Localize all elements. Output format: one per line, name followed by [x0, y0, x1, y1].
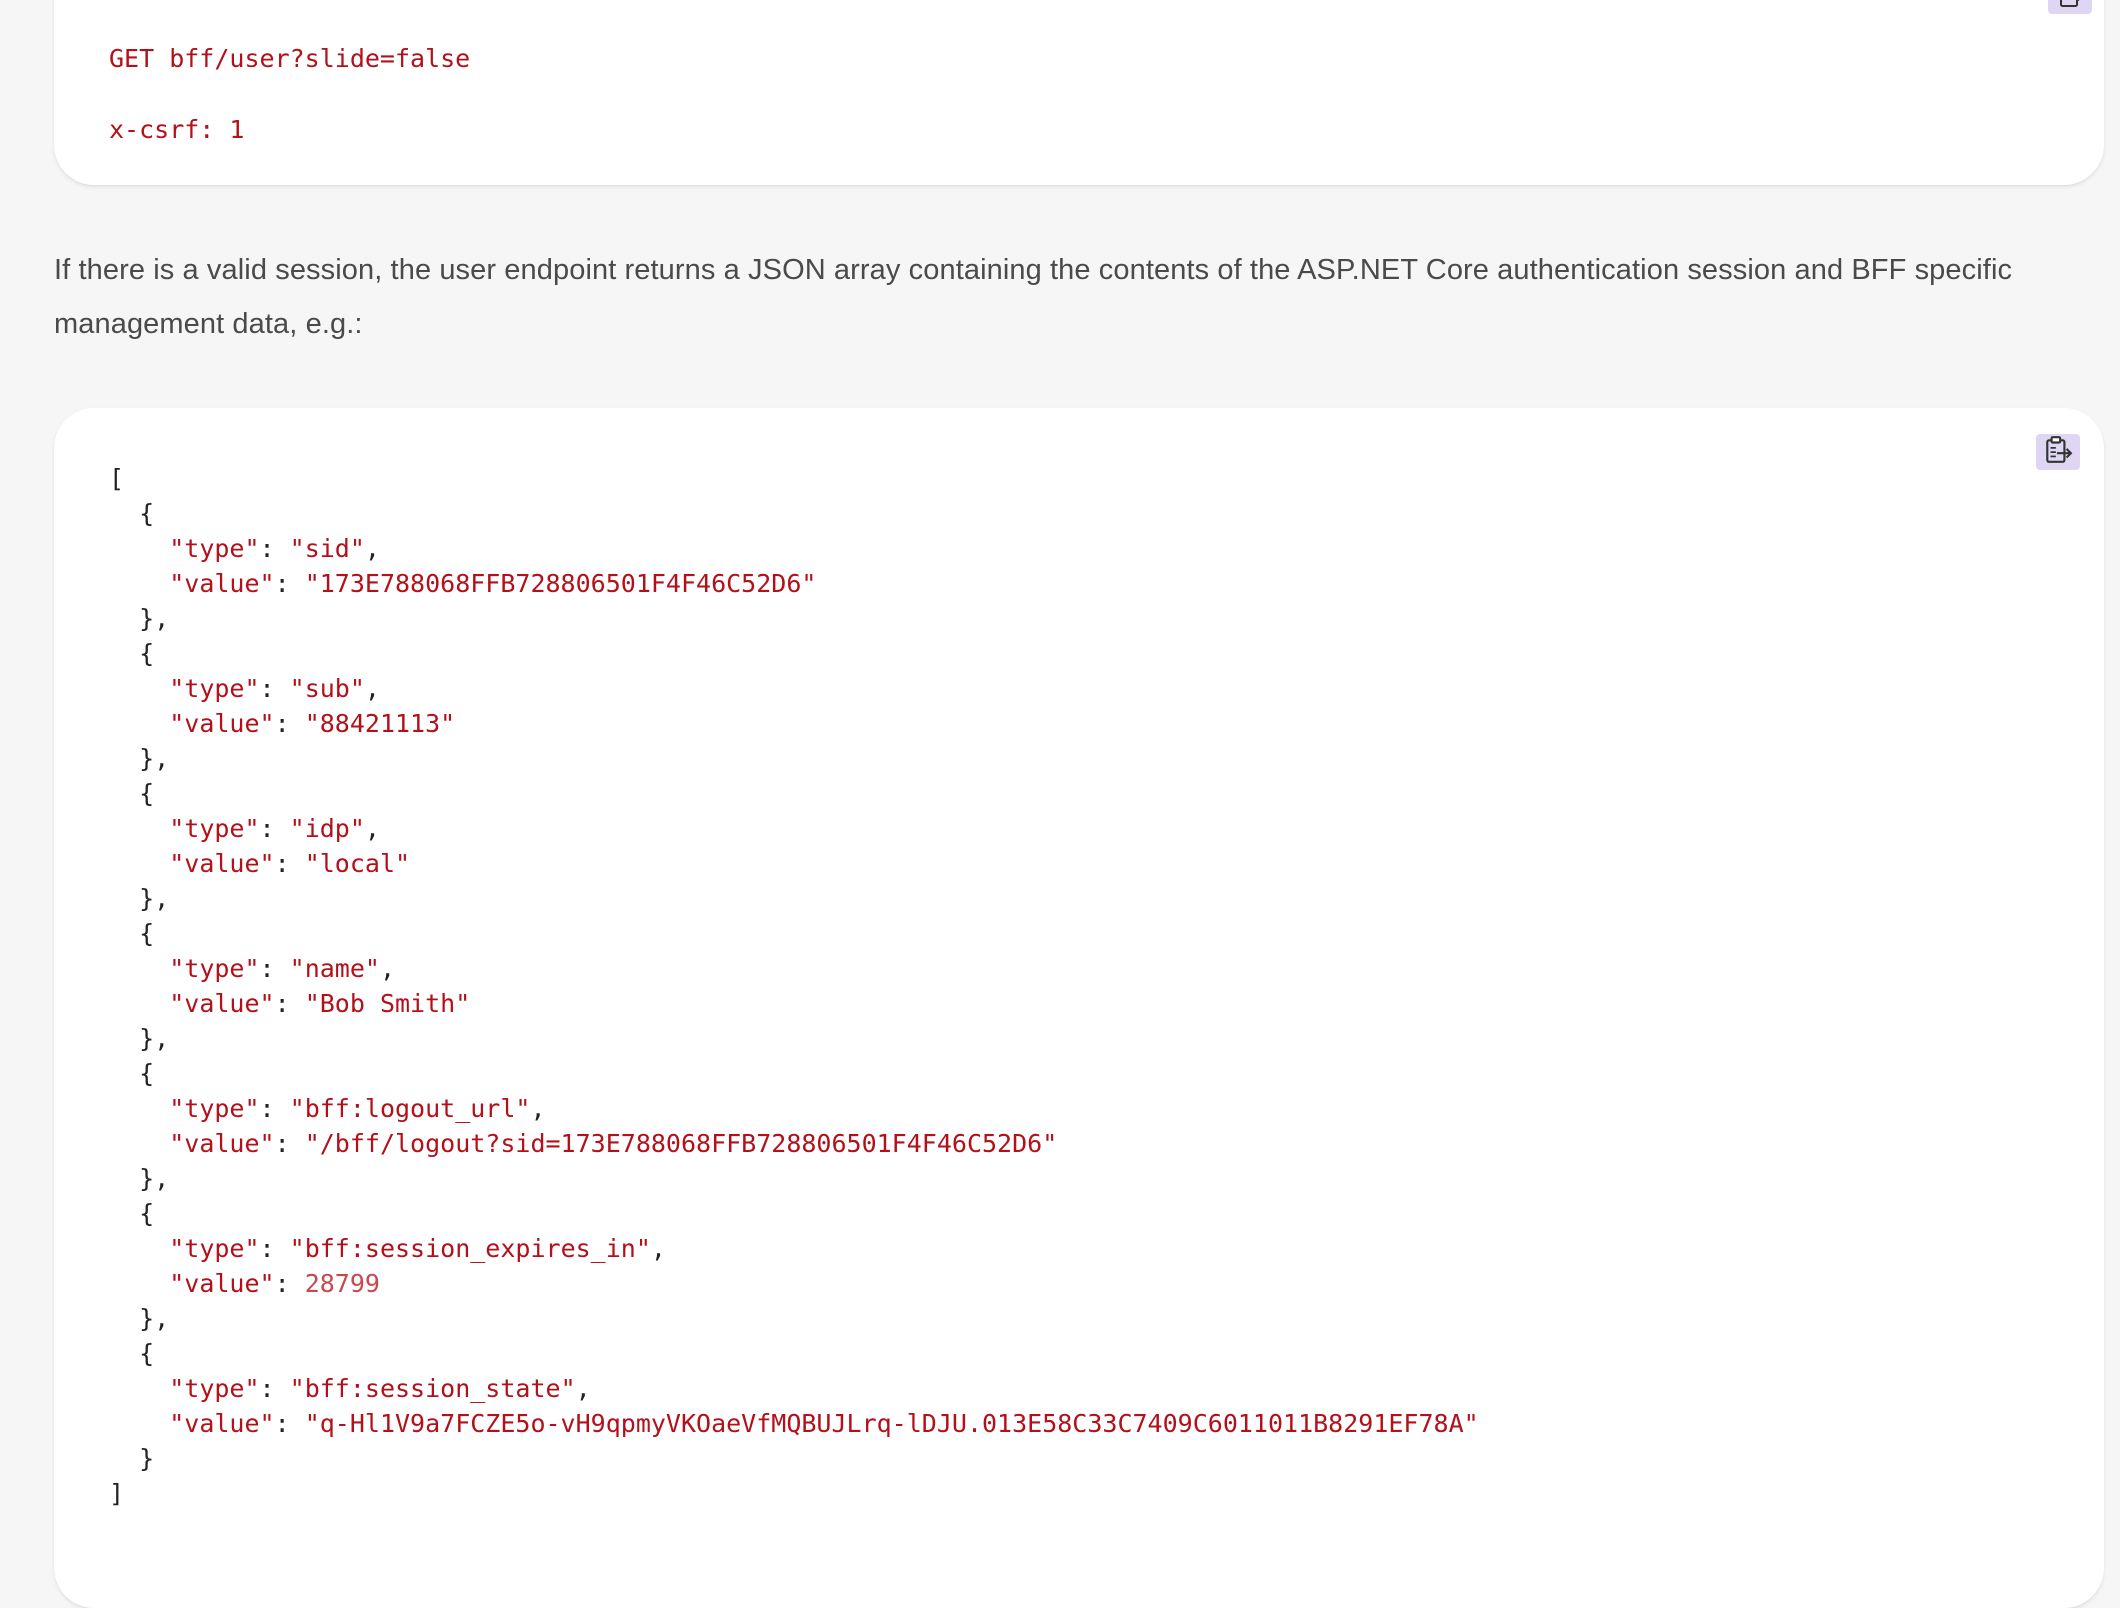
clipboard-copy-icon — [2043, 435, 2073, 470]
json-key-type: "type" — [169, 814, 260, 843]
json-key-type: "type" — [169, 1374, 260, 1403]
json-key-value: "value" — [169, 989, 275, 1018]
json-key-type: "type" — [169, 674, 260, 703]
json-comma: , — [650, 1234, 666, 1263]
json-colon: : — [274, 1129, 305, 1158]
json-type-value: "idp" — [289, 814, 365, 843]
open-bracket: [ — [109, 464, 125, 493]
json-key-value: "value" — [169, 849, 275, 878]
json-comma: , — [364, 534, 380, 563]
json-comma: , — [530, 1094, 546, 1123]
json-colon: : — [259, 814, 290, 843]
object-open-brace: { — [109, 1059, 155, 1088]
json-colon: : — [274, 1409, 305, 1438]
json-value-number: 28799 — [304, 1269, 380, 1298]
json-colon: : — [274, 569, 305, 598]
json-value-string: "local" — [304, 849, 411, 878]
json-value-string: "Bob Smith" — [304, 989, 471, 1018]
json-key-type: "type" — [169, 954, 260, 983]
copy-response-button[interactable] — [2036, 434, 2080, 470]
json-key-value: "value" — [169, 1269, 275, 1298]
object-close-brace: }, — [109, 1024, 170, 1053]
json-colon: : — [259, 1234, 290, 1263]
json-colon: : — [259, 1374, 290, 1403]
json-colon: : — [274, 709, 305, 738]
json-comma: , — [364, 674, 380, 703]
json-value-string: "88421113" — [304, 709, 456, 738]
response-code-block: [ { "type": "sid", "value": "173E788068F… — [54, 408, 2104, 1608]
json-colon: : — [274, 989, 305, 1018]
json-comma: , — [575, 1374, 591, 1403]
json-colon: : — [259, 674, 290, 703]
object-open-brace: { — [109, 499, 155, 528]
json-key-type: "type" — [169, 1094, 260, 1123]
json-key-value: "value" — [169, 569, 275, 598]
json-type-value: "bff:session_expires_in" — [289, 1234, 651, 1263]
json-key-value: "value" — [169, 709, 275, 738]
object-open-brace: { — [109, 639, 155, 668]
clipboard-copy-icon — [2056, 0, 2084, 14]
json-type-value: "sub" — [289, 674, 365, 703]
json-comma: , — [379, 954, 396, 983]
json-key-type: "type" — [169, 1234, 260, 1263]
object-open-brace: { — [109, 1199, 155, 1228]
json-type-value: "bff:logout_url" — [289, 1094, 531, 1123]
json-colon: : — [259, 534, 290, 563]
json-value-string: "q-Hl1V9a7FCZE5o-vH9qpmyVKOaeVfMQBUJLrq-… — [304, 1409, 1479, 1438]
json-colon: : — [259, 1094, 290, 1123]
object-open-brace: { — [109, 779, 155, 808]
json-colon: : — [274, 1269, 305, 1298]
json-value-string: "/bff/logout?sid=173E788068FFB728806501F… — [304, 1129, 1058, 1158]
json-key-value: "value" — [169, 1129, 275, 1158]
json-type-value: "sid" — [289, 534, 365, 563]
request-code: GET bff/user?slide=false x-csrf: 1 — [109, 23, 470, 165]
object-open-brace: { — [109, 919, 155, 948]
object-close-brace: }, — [109, 1164, 170, 1193]
response-json-code: [ { "type": "sid", "value": "173E788068F… — [109, 461, 1479, 1511]
description-paragraph: If there is a valid session, the user en… — [54, 254, 2013, 340]
json-key-type: "type" — [169, 534, 260, 563]
close-bracket: ] — [109, 1479, 125, 1508]
json-value-string: "173E788068FFB728806501F4F46C52D6" — [304, 569, 817, 598]
object-open-brace: { — [109, 1339, 155, 1368]
json-key-value: "value" — [169, 1409, 275, 1438]
copy-request-button[interactable] — [2048, 0, 2092, 14]
request-code-block: GET bff/user?slide=false x-csrf: 1 — [54, 0, 2104, 185]
json-type-value: "bff:session_state" — [289, 1374, 576, 1403]
object-close-brace: } — [109, 1444, 155, 1473]
json-colon: : — [259, 954, 290, 983]
object-close-brace: }, — [109, 744, 170, 773]
object-close-brace: }, — [109, 884, 170, 913]
json-type-value: "name" — [289, 954, 380, 983]
request-line: GET bff/user?slide=false — [109, 44, 471, 73]
object-close-brace: }, — [109, 1304, 170, 1333]
json-comma: , — [364, 814, 380, 843]
request-header-line: x-csrf: 1 — [109, 115, 245, 144]
object-close-brace: }, — [109, 604, 170, 633]
json-colon: : — [274, 849, 305, 878]
